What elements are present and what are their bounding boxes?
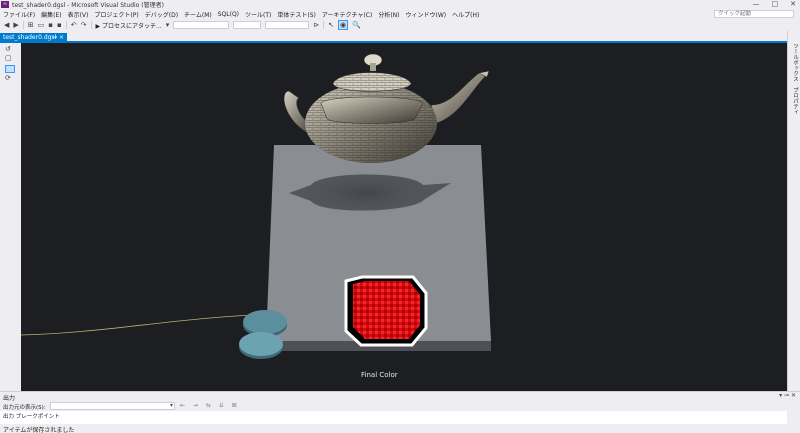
menu-file[interactable]: ファイル(F): [3, 10, 35, 19]
texture-preview: [344, 275, 428, 347]
forward-icon[interactable]: ▶: [13, 21, 18, 29]
menu-sql[interactable]: SQL(Q): [218, 11, 239, 18]
new-project-icon[interactable]: ⊞: [28, 21, 34, 29]
output-source-label: 出力元の表示(S):: [3, 405, 46, 411]
menu-window[interactable]: ウィンドウ(W): [406, 10, 447, 19]
window-title: test_shader0.dgsl - Microsoft Visual Stu…: [12, 2, 164, 9]
platform-combo[interactable]: [233, 21, 262, 29]
attach-to-process-button[interactable]: ▶ プロセスにアタッチ...: [96, 21, 162, 30]
right-tool-strip: ツールボックス プロパティ: [787, 31, 800, 391]
undo-icon[interactable]: ↶: [71, 21, 77, 29]
save-all-icon[interactable]: ▪: [57, 21, 62, 29]
shader-designer-viewport[interactable]: Final Color: [21, 43, 787, 391]
open-file-icon[interactable]: ▭: [38, 21, 45, 29]
preview-icon[interactable]: [5, 65, 15, 73]
menu-tools[interactable]: ツール(T): [245, 10, 271, 19]
solution-config-combo[interactable]: [173, 21, 230, 29]
shader-scene: [21, 53, 491, 359]
toolbar-separator: [65, 21, 67, 29]
menu-edit[interactable]: 編集(E): [41, 10, 61, 19]
pan-tool-icon[interactable]: ◉: [338, 20, 349, 30]
tab-label: test_shader0.dgsl: [3, 34, 57, 41]
menu-unit-test[interactable]: 単体テスト(S): [277, 10, 316, 19]
designer-toolbar: ↺ ▢ ⟳: [0, 43, 21, 391]
save-icon[interactable]: ▪: [48, 21, 53, 29]
title-bar: ∞ test_shader0.dgsl - Microsoft Visual S…: [0, 0, 800, 9]
toolbar-separator: [90, 21, 92, 29]
minimize-button[interactable]: —: [753, 0, 760, 8]
menu-help[interactable]: ヘルプ(H): [452, 10, 479, 19]
back-icon[interactable]: ◀: [4, 21, 9, 29]
status-text: アイテムが保存されました: [3, 427, 75, 433]
status-bar: アイテムが保存されました: [0, 424, 800, 433]
menu-analyze[interactable]: 分析(N): [378, 10, 399, 19]
redo-icon[interactable]: ↷: [81, 21, 87, 29]
output-source-combo[interactable]: [50, 402, 175, 410]
close-icon[interactable]: ×: [59, 34, 64, 41]
menu-project[interactable]: プロジェクト(P): [94, 10, 138, 19]
attach-dropdown-icon[interactable]: ▾: [166, 21, 170, 29]
menu-team[interactable]: チーム(M): [184, 10, 212, 19]
document-tab-strip: test_shader0.dgsl ⊸ ×: [0, 31, 787, 43]
rotate-icon[interactable]: ↺: [5, 45, 11, 53]
input-connector[interactable]: [239, 332, 283, 359]
output-panel-title: 出力: [3, 395, 16, 402]
node-title-final-color: Final Color: [361, 371, 398, 379]
startup-combo[interactable]: [265, 21, 310, 29]
maximize-button[interactable]: □: [772, 0, 779, 8]
pin-icon[interactable]: ⊸: [52, 34, 57, 41]
zoom-tool-icon[interactable]: 🔍: [352, 21, 361, 29]
toolbar-separator: [323, 21, 325, 29]
panel-controls[interactable]: ▾ ⊸ ✕: [779, 392, 796, 399]
properties-tab[interactable]: プロパティ: [791, 87, 799, 115]
shape-select-icon[interactable]: ▢: [5, 54, 12, 62]
output-toolbar[interactable]: ⇤ ⇥ ⇆ ⇊ ⊠: [180, 402, 240, 409]
toolbar-separator: [22, 21, 24, 29]
window-controls: — □ ✕: [753, 0, 797, 8]
refresh-icon[interactable]: ⟳: [5, 74, 11, 82]
tab-test-shader[interactable]: test_shader0.dgsl ⊸ ×: [0, 33, 67, 43]
connection-wire: [21, 314, 254, 336]
quick-launch-input[interactable]: クイック起動: [714, 10, 794, 18]
visual-studio-logo-icon: ∞: [1, 1, 9, 8]
toolbox-tab[interactable]: ツールボックス: [791, 43, 799, 82]
find-in-files-icon[interactable]: ⊳: [313, 21, 319, 29]
menu-architecture[interactable]: アーキテクチャ(C): [322, 10, 372, 19]
close-window-button[interactable]: ✕: [790, 0, 796, 8]
select-tool-icon[interactable]: ↖: [328, 21, 334, 29]
menu-debug[interactable]: デバッグ(D): [145, 10, 178, 19]
menu-bar: ファイル(F) 編集(E) 表示(V) プロジェクト(P) デバッグ(D) チー…: [0, 9, 800, 19]
menu-view[interactable]: 表示(V): [68, 10, 89, 19]
output-line: 出力 ブレークポイント: [3, 414, 60, 420]
standard-toolbar: ◀ ▶ ⊞ ▭ ▪ ▪ ↶ ↷ ▶ プロセスにアタッチ... ▾ ⊳ ↖ ◉ 🔍: [0, 19, 800, 31]
